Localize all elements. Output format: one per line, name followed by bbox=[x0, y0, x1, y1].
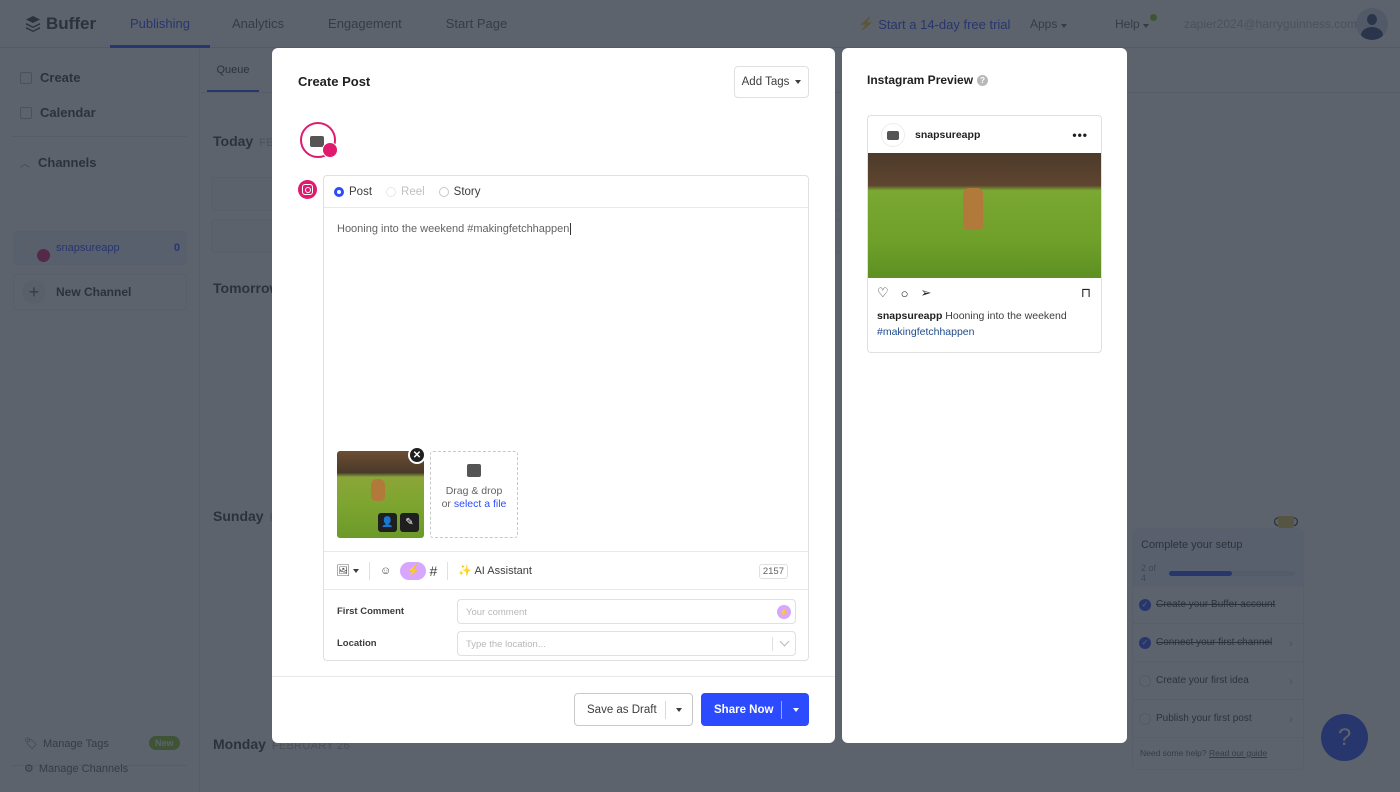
instagram-icon bbox=[298, 180, 317, 199]
add-tags-dropdown[interactable]: Add Tags bbox=[734, 66, 809, 98]
post-header: snapsureapp ••• bbox=[868, 116, 1101, 153]
profile-avatar bbox=[881, 122, 905, 147]
emoji-icon[interactable]: ☺ bbox=[380, 565, 391, 577]
instagram-badge-icon bbox=[322, 142, 338, 158]
caret-down-icon[interactable] bbox=[353, 568, 360, 573]
post-type-selector: Post Reel Story bbox=[324, 176, 808, 208]
drop-text: Drag & drop bbox=[445, 485, 503, 497]
ai-bolt-icon[interactable]: ⚡ bbox=[777, 605, 791, 619]
caret-down-icon bbox=[795, 80, 802, 84]
selected-channel-avatar[interactable] bbox=[300, 122, 338, 158]
help-icon[interactable]: ? bbox=[977, 74, 989, 86]
editor-toolbar: 🖼 ☺ ⚡ # ✨ AI Assistant 2157 bbox=[324, 551, 808, 589]
bookmark-icon: ⊓ bbox=[1080, 285, 1091, 300]
chevron-down-icon[interactable] bbox=[779, 636, 790, 647]
pencil-icon: ✎ bbox=[405, 517, 414, 528]
location-label: Location bbox=[337, 638, 377, 649]
remove-media-button[interactable]: ✕ bbox=[408, 446, 426, 464]
caption-text: Hooning into the weekend bbox=[945, 310, 1067, 322]
bolt-icon: ⚡ bbox=[406, 565, 421, 577]
post-text-input[interactable]: Hooning into the weekend #makingfetchhap… bbox=[337, 223, 571, 235]
toolbar-divider bbox=[369, 561, 371, 580]
post-type-label: Post bbox=[349, 185, 373, 198]
caret-down-icon bbox=[676, 707, 682, 712]
first-comment-label: First Comment bbox=[337, 606, 405, 617]
share-now-button[interactable]: Share Now bbox=[701, 693, 809, 726]
share-options-toggle[interactable] bbox=[782, 707, 809, 712]
location-input[interactable]: Type the location... bbox=[457, 631, 796, 656]
location-placeholder: Type the location... bbox=[466, 639, 546, 650]
radio-disabled bbox=[386, 186, 397, 197]
caption-username: snapsureapp bbox=[877, 310, 943, 322]
comment-icon: ○ bbox=[900, 285, 909, 301]
preview-title: Instagram Preview? bbox=[867, 73, 989, 87]
edit-media-button[interactable]: ✎ bbox=[400, 513, 419, 532]
ai-assistant-button[interactable]: ✨ AI Assistant bbox=[458, 564, 532, 577]
camera-icon bbox=[887, 130, 899, 140]
add-tags-label: Add Tags bbox=[741, 76, 790, 88]
ai-bolt-button[interactable]: ⚡ bbox=[400, 561, 427, 580]
post-editor: Post Reel Story Hooning into the weekend… bbox=[323, 175, 809, 661]
close-icon: ✕ bbox=[412, 449, 422, 461]
ai-assistant-label: AI Assistant bbox=[474, 565, 532, 577]
send-icon: ➢ bbox=[920, 285, 932, 300]
post-type-label: Reel bbox=[401, 185, 425, 198]
dog-image bbox=[963, 188, 983, 230]
post-type-story[interactable]: Story bbox=[438, 185, 481, 198]
instagram-preview-panel: Instagram Preview? snapsureapp ••• ♡ ○ ➢… bbox=[842, 48, 1127, 743]
radio-selected bbox=[334, 186, 344, 197]
post-caption: snapsureapp Hooning into the weekend #mak… bbox=[868, 308, 1101, 340]
create-post-modal: Create Post Add Tags Post Reel Story Hoo… bbox=[272, 48, 835, 743]
character-count: 2157 bbox=[758, 564, 788, 579]
share-now-label: Share Now bbox=[714, 703, 774, 716]
preview-title-text: Instagram Preview bbox=[867, 73, 974, 87]
post-fields: First Comment Your comment ⚡ Location Typ… bbox=[324, 589, 808, 661]
more-options-icon: ••• bbox=[1072, 128, 1088, 142]
save-draft-label: Save as Draft bbox=[587, 703, 657, 716]
dog-image bbox=[371, 479, 385, 501]
toolbar-divider bbox=[447, 561, 449, 580]
modal-footer-divider bbox=[272, 676, 835, 677]
input-divider bbox=[772, 637, 773, 651]
hashtag-icon[interactable]: # bbox=[430, 563, 438, 579]
instagram-glyph bbox=[302, 184, 313, 195]
media-dropzone[interactable]: Drag & drop or select a file bbox=[430, 451, 518, 538]
magic-wand-icon: ✨ bbox=[458, 565, 472, 577]
caret-down-icon bbox=[792, 707, 799, 712]
radio-unselected bbox=[438, 186, 449, 197]
first-comment-placeholder: Your comment bbox=[466, 607, 527, 618]
select-file-link[interactable]: select a file bbox=[454, 498, 507, 510]
post-actions: ♡ ○ ➢ ⊓ bbox=[868, 278, 1101, 308]
user-icon: 👤 bbox=[381, 517, 394, 528]
drop-or: or bbox=[441, 497, 451, 510]
image-icon bbox=[467, 464, 481, 477]
draft-options-toggle[interactable] bbox=[666, 707, 692, 712]
heart-icon: ♡ bbox=[877, 285, 889, 300]
tag-user-button[interactable]: 👤 bbox=[378, 513, 397, 532]
save-draft-button[interactable]: Save as Draft bbox=[574, 693, 693, 726]
username: snapsureapp bbox=[915, 128, 981, 141]
post-type-reel: Reel bbox=[386, 186, 425, 198]
media-thumbnail[interactable]: 👤 ✎ bbox=[337, 451, 424, 538]
media-picker-icon[interactable]: 🖼 bbox=[336, 564, 350, 577]
post-image bbox=[868, 153, 1101, 278]
post-type-post[interactable]: Post bbox=[334, 186, 372, 198]
instagram-post-card: snapsureapp ••• ♡ ○ ➢ ⊓ snapsureapp Hoon… bbox=[867, 115, 1102, 353]
caption-hashtag: #makingfetchhappen bbox=[877, 326, 975, 338]
modal-title: Create Post bbox=[298, 74, 371, 89]
post-type-label: Story bbox=[453, 185, 481, 198]
first-comment-input[interactable]: Your comment ⚡ bbox=[457, 599, 796, 624]
